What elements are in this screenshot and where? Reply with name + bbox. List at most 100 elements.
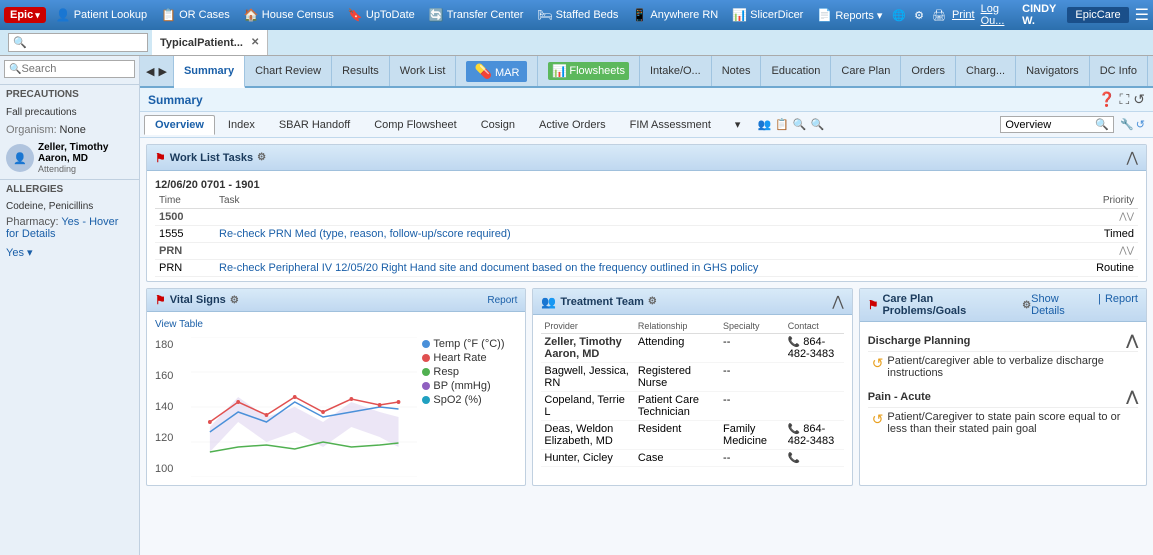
time-1555: 1555 [155,226,215,243]
ov-search-input[interactable] [1005,119,1095,131]
vitals-view-table-link[interactable]: View Table [155,316,517,333]
refresh-button[interactable]: ↺ [1133,91,1145,108]
tab-mar[interactable]: 💊 MAR [456,56,538,86]
epic-logo[interactable]: Epic ▾ [4,7,46,23]
vitals-svg [191,337,417,477]
sort-icon2[interactable]: ⋀⋁ [1119,245,1134,256]
task-link-1[interactable]: Re-check PRN Med (type, reason, follow-u… [219,228,511,240]
sidebar-search-input[interactable] [21,63,130,75]
tab-close-icon[interactable]: ✕ [251,37,259,48]
overview-tabs: Overview Index SBAR Handoff Comp Flowshe… [140,112,1153,138]
forward-icon[interactable]: ▶ [158,65,166,78]
tab-search-box[interactable]: 🔍 [8,33,148,52]
back-icon[interactable]: ◀ [146,65,154,78]
col-provider: Provider [541,319,634,334]
worklist-collapse-btn[interactable]: ⋀ [1127,149,1138,166]
nav-reports[interactable]: 📄 Reports ▾ [811,6,888,24]
priority-prn-header: ⋀⋁ [1058,243,1138,260]
nav-uptodate[interactable]: 🔖 UpToDate [342,6,421,24]
spec-hunter: -- [720,450,785,467]
ovtab-fim[interactable]: FIM Assessment [619,115,722,135]
or-icon: 📋 [161,8,176,22]
tab-flowsheets[interactable]: 📊 Flowsheets [538,56,640,86]
mobile-icon: 📱 [632,8,647,22]
yes-dropdown[interactable]: Yes ▾ [6,246,33,259]
nav-transfer-center[interactable]: 🔄 Transfer Center [423,6,530,24]
nav-staffed-beds[interactable]: 🛏 Staffed Beds [531,6,624,24]
logout-label[interactable]: Log Ou... [981,3,1017,27]
ovtab-sbar[interactable]: SBAR Handoff [268,115,361,135]
search-ov-icon2[interactable]: 🔍 [811,118,825,131]
worklist-settings-icon[interactable]: ⚙ [257,152,266,163]
table-row: Copeland, Terrie L Patient Care Technici… [541,392,843,421]
ov-settings-icon[interactable]: 🔧 [1120,118,1134,131]
print-label[interactable]: Print [952,9,975,21]
treatment-settings-icon[interactable]: ⚙ [648,296,657,307]
vital-signs-chart: 180 160 140 120 100 [155,337,517,477]
treatment-collapse-btn[interactable]: ⋀ [832,293,843,310]
ov-search-btn[interactable]: 🔍 [1095,118,1109,131]
nav-slicerdicer[interactable]: 📊 SlicerDicer [726,6,809,24]
tab-notes[interactable]: Notes [712,56,762,86]
vitals-settings-icon[interactable]: ⚙ [230,295,239,306]
sidebar-search-box[interactable]: 🔍 [4,60,135,78]
nav-or-cases[interactable]: 📋 OR Cases [155,6,236,24]
transfer-icon: 🔄 [429,8,444,22]
sort-icon[interactable]: ⋀⋁ [1119,211,1134,222]
ov-search-box[interactable]: 🔍 [1000,116,1114,133]
tab-back-forward[interactable]: ◀ ▶ [140,56,174,86]
table-row: Deas, Weldon Elizabeth, MD Resident Fami… [541,421,843,450]
ov-refresh-icon[interactable]: ↺ [1136,118,1145,131]
careplan-settings-icon[interactable]: ⚙ [1022,300,1031,311]
people-icon[interactable]: 👥 [757,118,771,131]
help-button[interactable]: ❓ [1098,91,1115,108]
ovtab-cosign[interactable]: Cosign [470,115,526,135]
ovtab-overview[interactable]: Overview [144,115,215,135]
global-icons: 🌐 ⚙ 🖨 [892,9,946,22]
tab-intake[interactable]: Intake/O... [640,56,712,86]
tab-chart-review[interactable]: Chart Review [245,56,332,86]
ovtab-active-orders[interactable]: Active Orders [528,115,617,135]
tab-charg[interactable]: Charg... [956,56,1016,86]
copy-icon[interactable]: 📋 [775,118,789,131]
nav-anywhere-rn[interactable]: 📱 Anywhere RN [626,6,724,24]
bottom-panels-row: ⚑ Vital Signs ⚙ Report View Table 180 16… [146,288,1147,486]
globe-icon[interactable]: 🌐 [892,9,906,22]
print-icon[interactable]: 🖨 [932,9,946,22]
settings-icon[interactable]: ⚙ [914,9,924,22]
tab-bar: 🔍 TypicalPatient... ✕ [0,30,1153,56]
task-link-2[interactable]: Re-check Peripheral IV 12/05/20 Right Ha… [219,262,758,274]
show-details-link[interactable]: Show Details [1031,293,1094,317]
pain-acute-title: Pain - Acute ⋀ [868,386,1138,408]
discharge-collapse-btn[interactable]: ⋀ [1127,332,1138,349]
menu-icon[interactable]: ☰ [1135,5,1149,25]
sidebar: 🔍 PRECAUTIONS Fall precautions Organism:… [0,56,140,555]
provider-bagwell: Bagwell, Jessica, RN [541,363,634,392]
pain-collapse-btn[interactable]: ⋀ [1127,388,1138,405]
tab-care-plan[interactable]: Care Plan [831,56,901,86]
tab-search-input[interactable] [27,37,127,49]
tab-more[interactable]: ▾ [1148,56,1153,86]
tab-navigators[interactable]: Navigators [1016,56,1090,86]
ovtab-index[interactable]: Index [217,115,266,135]
rel-attending: Attending [635,334,720,363]
tab-education[interactable]: Education [761,56,831,86]
tab-dc-info[interactable]: DC Info [1090,56,1148,86]
col-task: Task [215,193,755,209]
rel-resident: Resident [635,421,720,450]
report-link[interactable]: Report [1105,293,1138,317]
tab-work-list[interactable]: Work List [390,56,457,86]
epiccare-button[interactable]: EpicCare [1067,7,1128,23]
active-patient-tab[interactable]: TypicalPatient... ✕ [152,30,268,55]
ovtab-more[interactable]: ▾ [724,114,752,135]
expand-button[interactable]: ⛶ [1119,91,1129,108]
nav-house-census[interactable]: 🏠 House Census [238,6,340,24]
search-ov-icon[interactable]: 🔍 [793,118,807,131]
nav-patient-lookup[interactable]: 👤 Patient Lookup [50,6,153,24]
organism-row: Organism: None [0,121,139,139]
ovtab-comp-flowsheet[interactable]: Comp Flowsheet [363,115,468,135]
tab-summary[interactable]: Summary [174,56,245,88]
vital-signs-report-link[interactable]: Report [487,295,517,306]
tab-orders[interactable]: Orders [901,56,956,86]
tab-results[interactable]: Results [332,56,390,86]
